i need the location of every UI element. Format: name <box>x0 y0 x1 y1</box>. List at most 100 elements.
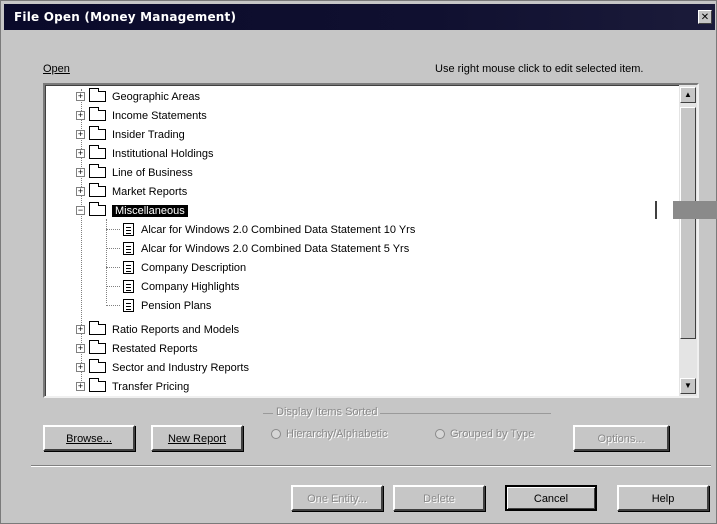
tree-item-company-highlights[interactable]: Company Highlights <box>123 277 239 296</box>
options-button[interactable]: Options... <box>573 425 669 451</box>
display-sort-group: Display Items Sorted Hierarchy/Alphabeti… <box>263 406 551 451</box>
tree-item-transfer-pricing[interactable]: + Transfer Pricing <box>76 377 189 396</box>
folder-icon <box>89 359 106 373</box>
tree-item-income-statements[interactable]: + Income Statements <box>76 106 207 125</box>
tree-item-alcar-10-yrs[interactable]: Alcar for Windows 2.0 Combined Data Stat… <box>123 220 415 239</box>
tree-item-label: Alcar for Windows 2.0 Combined Data Stat… <box>141 242 410 255</box>
browse-button-label: Browse... <box>66 433 112 445</box>
vertical-scrollbar[interactable]: ▲ ▼ <box>679 85 697 396</box>
tree-item-label: Company Highlights <box>141 280 240 293</box>
tree-item-sector-industry[interactable]: + Sector and Industry Reports <box>76 358 249 377</box>
tree-item-label: Income Statements <box>112 109 207 122</box>
radio-hierarchy-label: Hierarchy/Alphabetic <box>286 428 388 440</box>
cancel-button-label: Cancel <box>533 493 569 505</box>
radio-icon <box>435 429 445 439</box>
tree-line <box>106 229 120 230</box>
tree-item-label: Pension Plans <box>141 299 212 312</box>
scroll-up-icon[interactable]: ▲ <box>680 87 696 103</box>
tree-item-institutional-holdings[interactable]: + Institutional Holdings <box>76 144 214 163</box>
expand-icon[interactable]: + <box>76 149 85 158</box>
expand-icon[interactable]: + <box>76 187 85 196</box>
tree-item-company-description[interactable]: Company Description <box>123 258 246 277</box>
cancel-button[interactable]: Cancel <box>505 485 597 511</box>
tree-item-label: Insider Trading <box>112 128 185 141</box>
tree-item-label: Geographic Areas <box>112 90 201 103</box>
screen-artifact <box>673 201 717 219</box>
hint-text: Use right mouse click to edit selected i… <box>435 63 644 75</box>
folder-icon <box>89 107 106 121</box>
tree-item-market-reports[interactable]: + Market Reports <box>76 182 187 201</box>
tree-line <box>106 305 120 306</box>
one-entity-button[interactable]: One Entity... <box>291 485 383 511</box>
expand-icon[interactable]: + <box>76 325 85 334</box>
folder-icon <box>89 164 106 178</box>
radio-grouped[interactable]: Grouped by Type <box>435 428 534 440</box>
help-button[interactable]: Help <box>617 485 709 511</box>
one-entity-button-label: One Entity... <box>307 493 367 505</box>
tree-item-line-of-business[interactable]: + Line of Business <box>76 163 193 182</box>
open-label: Open <box>43 63 70 75</box>
document-icon <box>123 299 134 312</box>
tree-line <box>106 267 120 268</box>
folder-icon <box>89 183 106 197</box>
folder-icon <box>89 340 106 354</box>
document-icon <box>123 242 134 255</box>
tree-item-label: Line of Business <box>112 166 193 179</box>
expand-icon[interactable]: + <box>76 168 85 177</box>
tree-line <box>106 219 107 303</box>
options-button-label: Options... <box>597 433 645 445</box>
expand-icon[interactable]: + <box>76 344 85 353</box>
document-icon <box>123 261 134 274</box>
title-bar: File Open (Money Management) ✕ <box>4 4 715 30</box>
close-icon[interactable]: ✕ <box>698 10 712 24</box>
folder-icon <box>89 126 106 140</box>
tree-item-geographic-areas[interactable]: + Geographic Areas <box>76 87 200 106</box>
folder-icon <box>89 321 106 335</box>
radio-icon <box>271 429 281 439</box>
tree-item-label: Miscellaneous <box>112 204 188 217</box>
folder-icon <box>89 378 106 392</box>
tree-item-miscellaneous[interactable]: − Miscellaneous <box>76 201 188 220</box>
folder-icon <box>89 88 106 102</box>
tree-item-alcar-5-yrs[interactable]: Alcar for Windows 2.0 Combined Data Stat… <box>123 239 409 258</box>
new-report-button-label: New Report <box>167 433 227 445</box>
tree-item-label: Company Description <box>141 261 247 274</box>
scroll-thumb[interactable] <box>680 107 696 339</box>
screen-artifact <box>627 201 657 219</box>
tree-item-pension-plans[interactable]: Pension Plans <box>123 296 211 315</box>
expand-icon[interactable]: + <box>76 130 85 139</box>
help-button-label: Help <box>651 493 675 505</box>
tree-item-ratio-reports[interactable]: + Ratio Reports and Models <box>76 320 239 339</box>
new-report-button[interactable]: New Report <box>151 425 243 451</box>
radio-hierarchy[interactable]: Hierarchy/Alphabetic <box>271 428 388 440</box>
expand-icon[interactable]: + <box>76 92 85 101</box>
tree-line <box>106 286 120 287</box>
delete-button-label: Delete <box>423 493 455 505</box>
tree-line <box>106 248 120 249</box>
browse-button[interactable]: Browse... <box>43 425 135 451</box>
file-open-dialog: File Open (Money Management) ✕ Open Use … <box>0 0 717 524</box>
tree-item-insider-trading[interactable]: + Insider Trading <box>76 125 185 144</box>
expand-icon[interactable]: + <box>76 363 85 372</box>
tree-item-label: Ratio Reports and Models <box>112 323 240 336</box>
tree-item-label: Transfer Pricing <box>112 380 190 393</box>
expand-icon[interactable]: + <box>76 382 85 391</box>
tree-item-restated-reports[interactable]: + Restated Reports <box>76 339 198 358</box>
document-icon <box>123 280 134 293</box>
separator <box>31 465 711 467</box>
expand-icon[interactable]: + <box>76 111 85 120</box>
window-title: File Open (Money Management) <box>14 10 237 24</box>
display-sort-label: Display Items Sorted <box>273 406 381 418</box>
tree-item-label: Market Reports <box>112 185 188 198</box>
tree-item-label: Sector and Industry Reports <box>112 361 249 374</box>
scroll-down-icon[interactable]: ▼ <box>680 378 696 394</box>
folder-open-icon <box>89 202 106 216</box>
tree-item-label: Alcar for Windows 2.0 Combined Data Stat… <box>141 223 416 236</box>
radio-grouped-label: Grouped by Type <box>450 428 535 440</box>
document-icon <box>123 223 134 236</box>
tree-item-label: Institutional Holdings <box>112 147 214 160</box>
delete-button[interactable]: Delete <box>393 485 485 511</box>
report-tree[interactable]: + Geographic Areas + Income Statements +… <box>43 83 699 398</box>
folder-icon <box>89 145 106 159</box>
collapse-icon[interactable]: − <box>76 206 85 215</box>
